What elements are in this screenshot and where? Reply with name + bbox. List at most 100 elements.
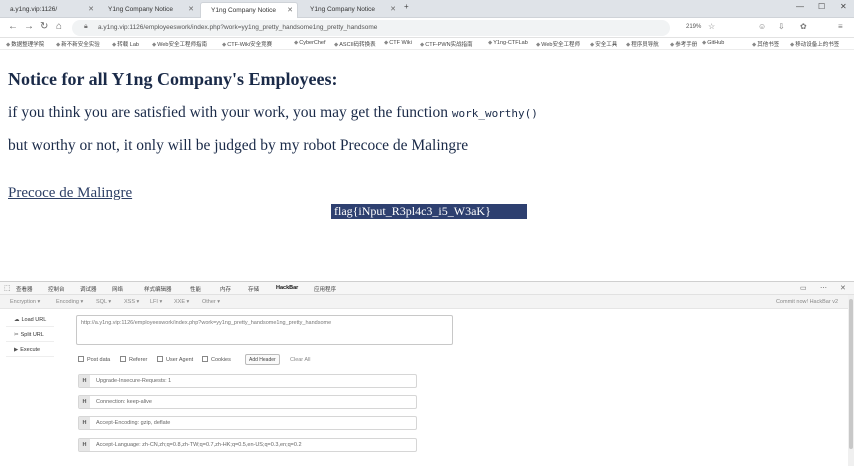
bookmark-item[interactable]: ◆程序员导航: [626, 40, 659, 48]
menu-sql[interactable]: SQL ▾: [96, 299, 111, 305]
header-value[interactable]: Connection: keep-alive: [96, 399, 152, 405]
referer-checkbox[interactable]: Referer: [120, 356, 147, 363]
header-value[interactable]: Accept-Language: zh-CN,zh;q=0.8,zh-TW;q=…: [96, 442, 302, 448]
new-tab-icon[interactable]: +: [404, 2, 409, 11]
devtools-tab-memory[interactable]: 内存: [220, 285, 231, 293]
menu-xss[interactable]: XSS ▾: [124, 299, 139, 305]
tab-2-active[interactable]: Y1ng Company Notice ✕: [200, 2, 298, 18]
scrollbar-thumb[interactable]: [849, 299, 853, 449]
post-data-checkbox[interactable]: Post data: [78, 356, 110, 363]
bookmark-item[interactable]: ◆Web安全工程师: [536, 40, 580, 48]
cookies-checkbox[interactable]: Cookies: [202, 356, 231, 363]
bookmark-item[interactable]: ◆Y1ng-CTFLab: [488, 40, 528, 46]
reload-icon[interactable]: ↻: [40, 21, 48, 32]
devtools-tab-console[interactable]: 控制台: [48, 285, 65, 293]
devtools-tab-bar: ⬚ 查看器 控制台 调试器 网络 样式编辑器 性能 内存 存储 HackBar …: [0, 282, 854, 295]
clear-all-button[interactable]: Clear All: [290, 357, 310, 363]
devtools-tab-application[interactable]: 应用程序: [314, 285, 336, 293]
header-tag[interactable]: H: [79, 417, 90, 429]
profile-icon[interactable]: ☺: [758, 22, 766, 31]
minimize-icon[interactable]: —: [796, 2, 804, 11]
devtools-tab-performance[interactable]: 性能: [190, 285, 201, 293]
play-icon: ▶: [14, 347, 19, 353]
devtools-tab-inspector[interactable]: 查看器: [16, 285, 33, 293]
maximize-icon[interactable]: ☐: [818, 2, 825, 11]
bookmark-item[interactable]: ◆新不新安全实验: [56, 40, 100, 48]
bookmark-item[interactable]: ◆ASCII码转换表: [334, 40, 376, 48]
split-url-button[interactable]: ✂ Split URL: [6, 329, 54, 342]
header-tag[interactable]: H: [79, 396, 90, 408]
bookmark-item[interactable]: ◆CTF Wiki: [384, 40, 412, 46]
devtools-tab-hackbar[interactable]: HackBar: [276, 285, 298, 291]
zoom-level[interactable]: 219%: [686, 24, 701, 30]
devtools-scrollbar[interactable]: [848, 295, 854, 466]
header-value[interactable]: Accept-Encoding: gzip, deflate: [96, 420, 170, 426]
menu-encryption[interactable]: Encryption ▾: [10, 299, 40, 305]
header-value[interactable]: Upgrade-Insecure-Requests: 1: [96, 378, 171, 384]
load-url-button[interactable]: ☁ Load URL: [6, 314, 54, 327]
page-heading: Notice for all Y1ng Company's Employees:: [8, 69, 338, 89]
close-icon[interactable]: ✕: [88, 5, 94, 13]
tab-label: Y1ng Company Notice: [310, 6, 376, 13]
web-page: Notice for all Y1ng Company's Employees:…: [0, 51, 854, 281]
close-icon[interactable]: ✕: [390, 5, 396, 13]
execute-button[interactable]: ▶ Execute: [6, 344, 54, 357]
bookmark-item[interactable]: ◆安全工具: [590, 40, 617, 48]
commit-label: Commit now! HackBar v2: [775, 299, 838, 305]
navigation-bar: ← → ↻ ⌂ 🔒︎ a.y1ng.vip:1126/employeeswork…: [0, 18, 854, 38]
bookmark-item[interactable]: ◆参考手册: [670, 40, 697, 48]
download-icon[interactable]: ⇩: [778, 22, 785, 31]
bookmark-item[interactable]: ◆CTF-Wiki安全竞赛: [222, 40, 272, 48]
tab-0[interactable]: a.y1ng.vip:1126/ ✕: [0, 2, 98, 18]
bookmarks-bar: ◆数据整理学院 ◆新不新安全实验 ◆转载 Lab ◆Web安全工程师指南 ◆CT…: [0, 38, 854, 50]
user-agent-checkbox[interactable]: User Agent: [157, 356, 193, 363]
hackbar-url-textarea[interactable]: http://a.y1ng.vip:1126/employeeswork/ind…: [76, 315, 453, 345]
dock-icon[interactable]: ▭: [800, 284, 807, 292]
devtools-tab-debugger[interactable]: 调试器: [80, 285, 97, 293]
devtools-tab-network[interactable]: 网络: [112, 285, 123, 293]
address-bar[interactable]: 🔒︎ a.y1ng.vip:1126/employeeswork/index.p…: [72, 20, 670, 36]
devtools-close-icon[interactable]: ✕: [840, 284, 846, 292]
window-close-icon[interactable]: ✕: [840, 2, 847, 11]
add-header-button[interactable]: Add Header: [245, 354, 280, 365]
split-url-label: Split URL: [20, 332, 44, 338]
header-row[interactable]: H Upgrade-Insecure-Requests: 1: [78, 374, 417, 388]
bookmark-mobile[interactable]: ◆移动设备上的书签: [790, 40, 839, 48]
bookmark-item[interactable]: ◆GitHub: [702, 40, 724, 46]
home-icon[interactable]: ⌂: [56, 21, 62, 32]
bookmark-item[interactable]: ◆数据整理学院: [6, 40, 44, 48]
precoce-link[interactable]: Precoce de Malingre: [8, 185, 132, 202]
tab-3[interactable]: Y1ng Company Notice ✕: [300, 2, 400, 18]
header-row[interactable]: H Connection: keep-alive: [78, 395, 417, 409]
close-icon[interactable]: ✕: [287, 6, 293, 14]
menu-encoding[interactable]: Encoding ▾: [56, 299, 83, 305]
bookmark-item[interactable]: ◆Web安全工程师指南: [152, 40, 207, 48]
menu-xxe[interactable]: XXE ▾: [174, 299, 189, 305]
bookmark-star-icon[interactable]: ☆: [708, 22, 715, 31]
bookmark-item[interactable]: ◆CyberChef: [294, 40, 326, 46]
tab-1[interactable]: Y1ng Company Notice ✕: [98, 2, 198, 18]
header-row[interactable]: H Accept-Encoding: gzip, deflate: [78, 416, 417, 430]
back-icon[interactable]: ←: [8, 21, 18, 32]
tab-label: Y1ng Company Notice: [211, 7, 277, 14]
devtools-tab-storage[interactable]: 存储: [248, 285, 259, 293]
devtools-tab-style-editor[interactable]: 样式编辑器: [144, 285, 172, 293]
close-icon[interactable]: ✕: [188, 5, 194, 13]
bookmark-other[interactable]: ◆其他书签: [752, 40, 779, 48]
menu-other[interactable]: Other ▾: [202, 299, 220, 305]
bookmark-item[interactable]: ◆转载 Lab: [112, 40, 139, 48]
bookmark-item[interactable]: ◆CTF-PWN实战指南: [420, 40, 473, 48]
notice-text: if you think you are satisfied with your…: [8, 104, 452, 121]
tab-label: a.y1ng.vip:1126/: [10, 6, 58, 13]
forward-icon[interactable]: →: [24, 21, 34, 32]
more-options-icon[interactable]: ⋯: [820, 284, 827, 292]
notice-line-2: but worthy or not, it only will be judge…: [8, 137, 469, 154]
menu-icon[interactable]: ≡: [838, 22, 843, 31]
pick-element-icon[interactable]: ⬚: [4, 284, 11, 292]
menu-lfi[interactable]: LFI ▾: [150, 299, 162, 305]
address-url: a.y1ng.vip:1126/employeeswork/index.php?…: [98, 24, 378, 31]
header-tag[interactable]: H: [79, 375, 90, 387]
header-tag[interactable]: H: [79, 439, 90, 451]
header-row[interactable]: H Accept-Language: zh-CN,zh;q=0.8,zh-TW;q…: [78, 438, 417, 452]
extensions-icon[interactable]: ✿: [800, 22, 807, 31]
